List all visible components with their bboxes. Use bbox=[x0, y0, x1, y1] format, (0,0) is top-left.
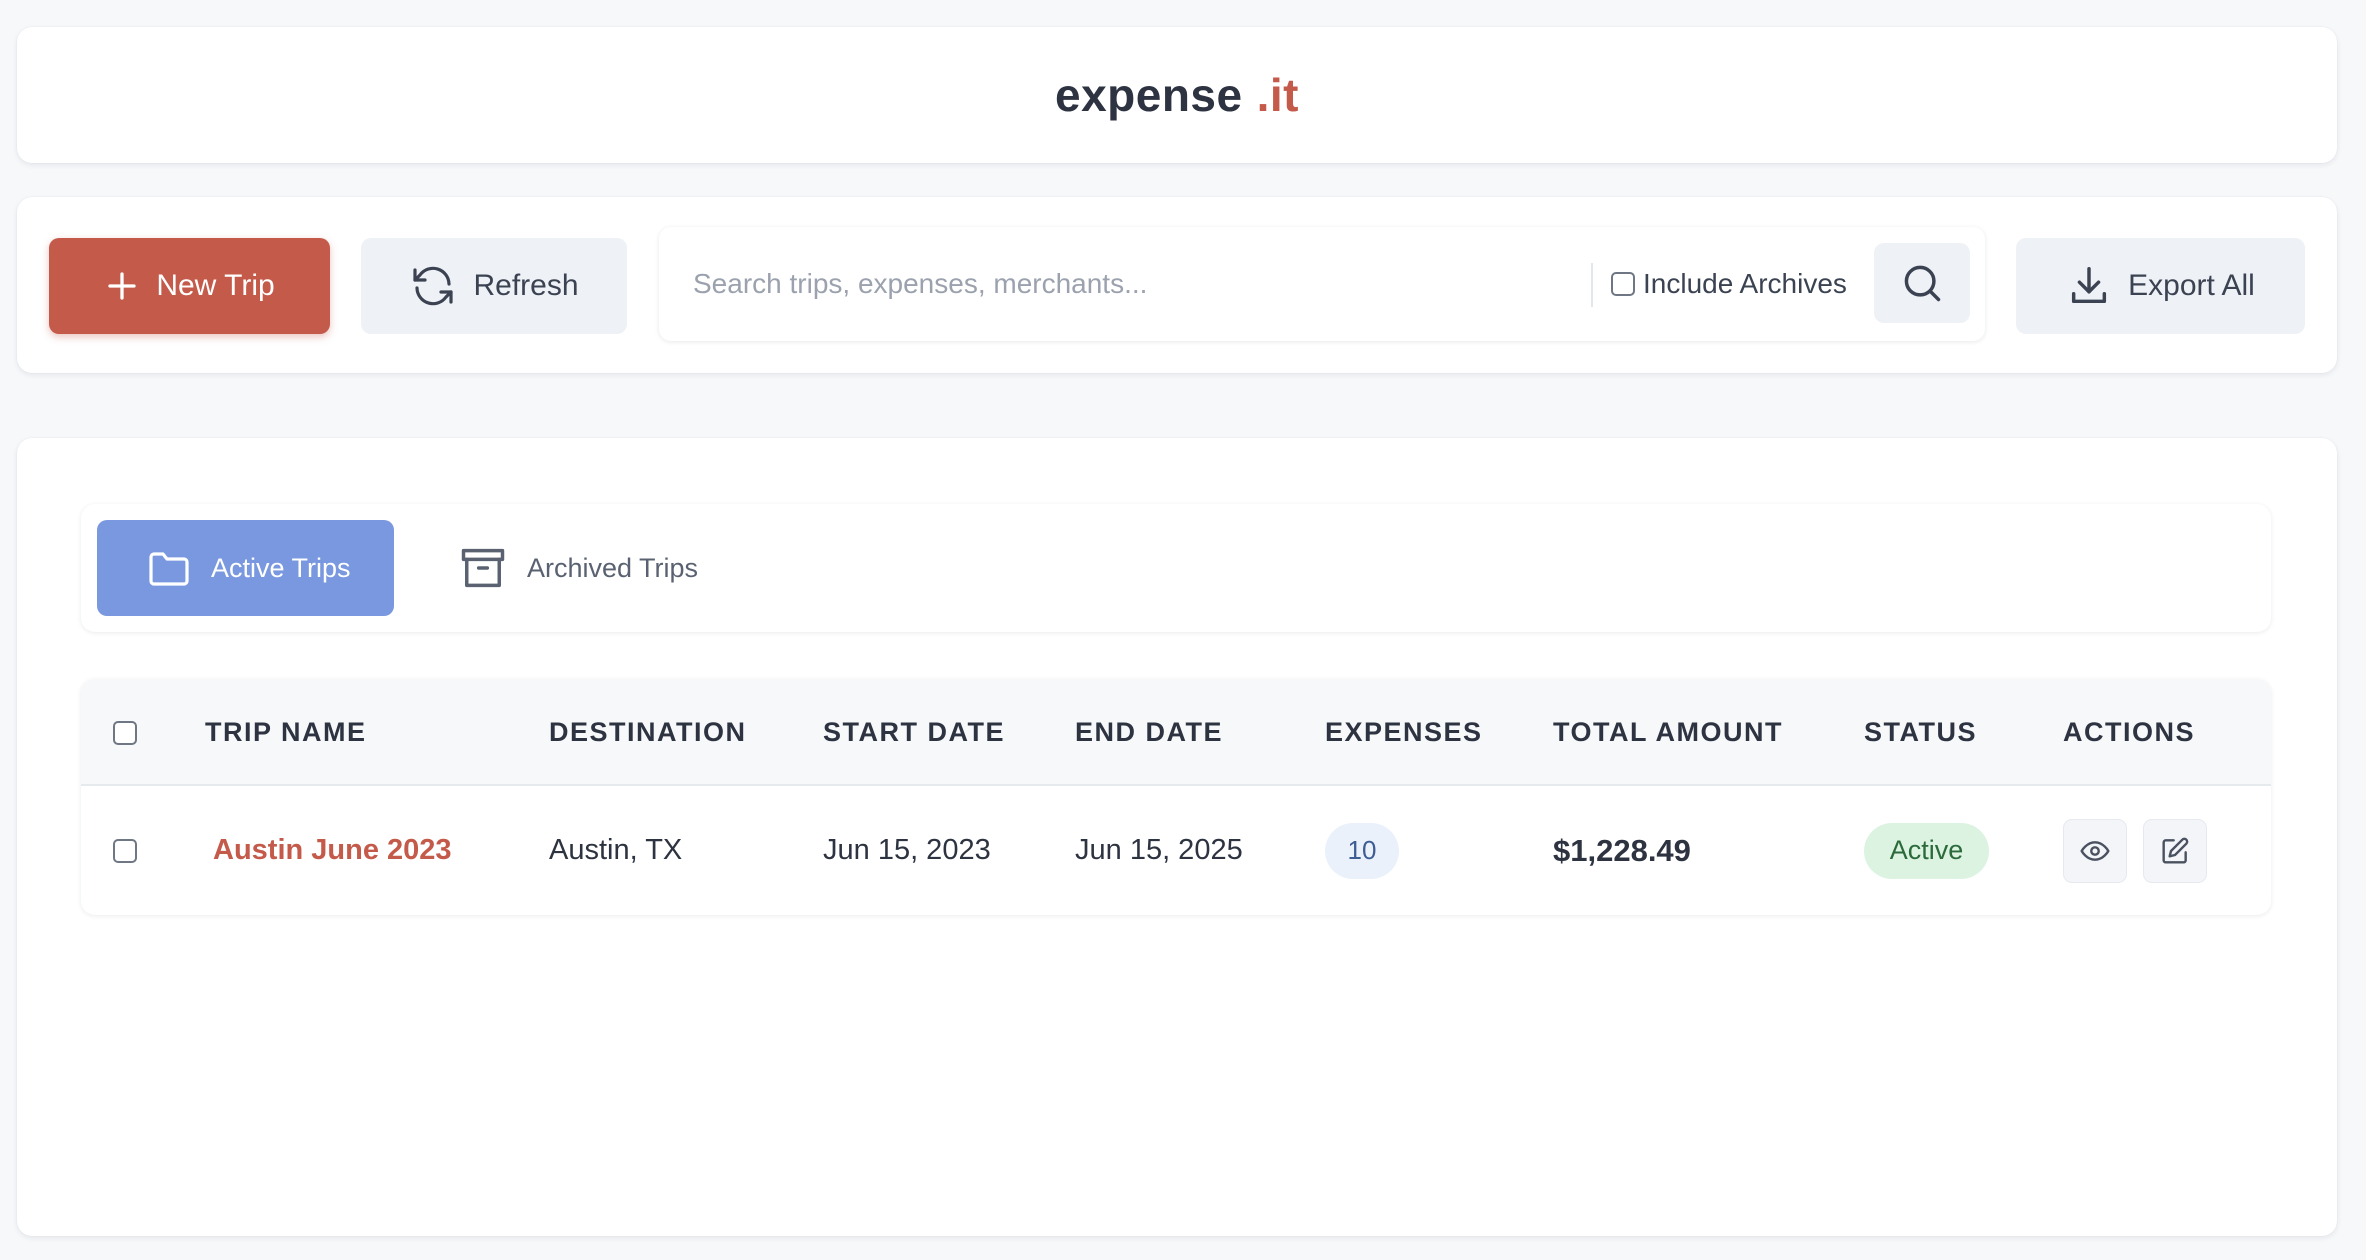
include-archives-toggle[interactable]: Include Archives bbox=[1611, 227, 1847, 341]
row-checkbox[interactable] bbox=[113, 838, 137, 863]
tab-active-trips-label: Active Trips bbox=[211, 552, 351, 583]
refresh-button[interactable]: Refresh bbox=[361, 238, 627, 334]
brand-logo: expense .it bbox=[1055, 68, 1299, 122]
folder-icon bbox=[149, 552, 189, 586]
select-all-checkbox[interactable] bbox=[113, 720, 137, 745]
column-header-destination[interactable]: DESTINATION bbox=[549, 679, 747, 786]
brand-name: expense bbox=[1054, 69, 1243, 121]
download-icon bbox=[2072, 267, 2107, 304]
search-input[interactable] bbox=[659, 227, 1579, 341]
column-header-start-date[interactable]: START DATE bbox=[823, 679, 1005, 786]
trip-name-link[interactable]: Austin June 2023 bbox=[205, 786, 452, 915]
eye-icon bbox=[2080, 840, 2110, 861]
row-select-cell bbox=[113, 786, 137, 915]
new-trip-label: New Trip bbox=[156, 269, 275, 302]
archive-icon bbox=[461, 548, 505, 588]
expenses-cell: 10 bbox=[1325, 786, 1399, 915]
column-header-expenses[interactable]: EXPENSES bbox=[1325, 679, 1483, 786]
column-header-end-date[interactable]: END DATE bbox=[1075, 679, 1223, 786]
expense-count-badge: 10 bbox=[1325, 822, 1399, 879]
status-cell: Active bbox=[1864, 786, 1989, 915]
search-bar: Include Archives bbox=[659, 227, 1985, 341]
column-header-total-amount[interactable]: TOTAL AMOUNT bbox=[1553, 679, 1783, 786]
brand-tld: .it bbox=[1256, 69, 1299, 121]
refresh-icon bbox=[413, 266, 454, 306]
destination-cell: Austin, TX bbox=[549, 834, 683, 866]
view-trip-button[interactable] bbox=[2063, 818, 2127, 883]
total-amount-cell: $1,228.49 bbox=[1553, 832, 1691, 868]
toolbar: New Trip Refresh Include Archives Export… bbox=[17, 197, 2337, 373]
trips-panel: Active Trips Archived Trips TRIP NAME DE… bbox=[17, 438, 2337, 1236]
column-header-actions: ACTIONS bbox=[2063, 717, 2195, 747]
status-badge: Active bbox=[1864, 822, 1989, 879]
select-all-cell bbox=[113, 679, 137, 786]
include-archives-label: Include Archives bbox=[1643, 268, 1847, 299]
search-button[interactable] bbox=[1874, 243, 1970, 323]
tab-archived-trips-label: Archived Trips bbox=[527, 552, 699, 583]
edit-icon bbox=[2162, 837, 2189, 864]
column-header-trip-name[interactable]: TRIP NAME bbox=[205, 679, 367, 786]
plus-icon bbox=[108, 272, 136, 300]
trips-table: TRIP NAME DESTINATION START DATE END DAT… bbox=[81, 679, 2271, 915]
edit-trip-button[interactable] bbox=[2143, 818, 2207, 883]
export-all-label: Export All bbox=[2128, 269, 2255, 302]
search-divider bbox=[1591, 263, 1593, 307]
tab-active-trips[interactable]: Active Trips bbox=[97, 520, 394, 616]
table-header: TRIP NAME DESTINATION START DATE END DAT… bbox=[81, 679, 2271, 786]
actions-cell bbox=[2063, 786, 2223, 915]
trip-tabs: Active Trips Archived Trips bbox=[81, 504, 2271, 632]
start-date-cell: Jun 15, 2023 bbox=[823, 834, 991, 866]
export-all-button[interactable]: Export All bbox=[2016, 238, 2305, 334]
end-date-cell: Jun 15, 2025 bbox=[1075, 834, 1243, 866]
new-trip-button[interactable]: New Trip bbox=[49, 238, 330, 334]
include-archives-checkbox[interactable] bbox=[1611, 272, 1635, 296]
app-header: expense .it bbox=[17, 27, 2337, 163]
search-icon bbox=[1904, 265, 1941, 302]
column-header-status[interactable]: STATUS bbox=[1864, 679, 1977, 786]
refresh-label: Refresh bbox=[473, 269, 579, 302]
tab-archived-trips[interactable]: Archived Trips bbox=[457, 520, 717, 616]
